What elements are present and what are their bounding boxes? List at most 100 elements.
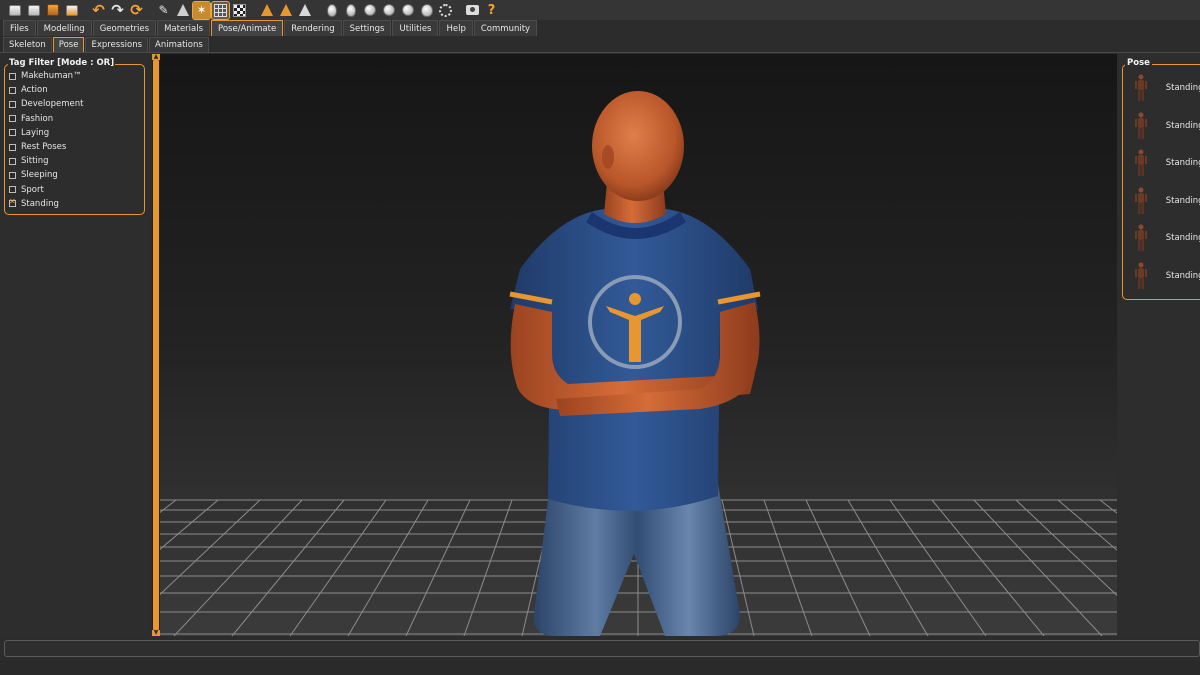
grid-line xyxy=(889,499,987,636)
side-view-icon[interactable] xyxy=(296,2,313,19)
tag-label: Standing xyxy=(21,198,59,209)
smooth-icon[interactable]: ✎ xyxy=(155,2,172,19)
pose-label: Standing0 xyxy=(1165,158,1200,168)
tag-checkbox[interactable] xyxy=(9,86,16,94)
status-bar xyxy=(4,640,1200,657)
undo-icon[interactable]: ↶ xyxy=(90,2,107,19)
tag-filter-item[interactable]: Sitting xyxy=(9,155,49,167)
tag-filter-item[interactable]: Developement xyxy=(9,98,83,110)
tab-settings[interactable]: Settings xyxy=(342,20,392,36)
tag-checkbox[interactable] xyxy=(9,186,16,194)
grid-line xyxy=(231,499,345,636)
pose-label: Standing0 xyxy=(1165,83,1200,93)
front-view-icon[interactable] xyxy=(258,2,275,19)
tag-checkbox[interactable] xyxy=(9,100,16,108)
subtab-skeleton[interactable]: Skeleton xyxy=(3,37,52,52)
tag-label: Sitting xyxy=(21,156,49,167)
tag-label: Developement xyxy=(21,99,84,110)
3d-viewport[interactable] xyxy=(160,54,1117,636)
tag-filter-item[interactable]: Standing xyxy=(9,197,59,210)
tag-filter-group: Tag Filter [Mode : OR] Makehuman™ Action D… xyxy=(4,58,145,215)
tag-checkbox[interactable] xyxy=(9,72,16,80)
tag-label: Sport xyxy=(21,184,44,195)
screenshot-icon[interactable] xyxy=(464,2,481,19)
tag-filter-item[interactable]: Rest Poses xyxy=(9,141,66,153)
tag-filter-item[interactable]: Sport xyxy=(9,184,44,196)
grid-line xyxy=(289,499,387,636)
tag-checkbox[interactable] xyxy=(9,143,16,151)
bottom-strip xyxy=(0,660,1200,675)
tab-pose-animate[interactable]: Pose/Animate xyxy=(211,20,284,36)
back-view-icon[interactable] xyxy=(277,2,294,19)
subtab-animations[interactable]: Animations xyxy=(149,37,209,52)
tab-modelling[interactable]: Modelling xyxy=(36,20,92,36)
subtab-expressions[interactable]: Expressions xyxy=(85,37,149,52)
right-panel: Pose Standing0 Standing0 Standing0 Standing… xyxy=(1118,53,1200,638)
tab-community[interactable]: Community xyxy=(473,20,538,36)
tag-checkbox[interactable] xyxy=(9,115,16,123)
pose-thumbnail xyxy=(1129,148,1154,178)
tag-filter-item[interactable]: Makehuman™ xyxy=(9,70,82,82)
pose-label: Standing0 xyxy=(1165,195,1200,206)
new-icon[interactable] xyxy=(6,2,23,19)
tag-filter-item[interactable]: Sleeping xyxy=(9,169,58,181)
tag-checkbox[interactable] xyxy=(9,157,16,165)
pose-thumbnail xyxy=(1129,73,1154,103)
wireframe-icon[interactable] xyxy=(174,2,191,19)
redo-icon[interactable]: ↷ xyxy=(109,2,126,19)
head-bottom-icon[interactable] xyxy=(418,2,435,19)
tag-filter-item[interactable]: Action xyxy=(9,84,48,96)
tag-checkbox[interactable] xyxy=(9,129,16,137)
pose-thumbnail xyxy=(1129,261,1154,291)
grid-icon[interactable] xyxy=(211,0,230,20)
tag-filter-item[interactable]: Fashion xyxy=(9,113,53,125)
tag-filter-item[interactable]: Laying xyxy=(9,127,49,139)
grid-line xyxy=(763,499,813,636)
grid-line xyxy=(160,499,219,550)
grid-line xyxy=(160,499,261,596)
pose-thumbnail xyxy=(1129,223,1154,253)
tab-files[interactable]: Files xyxy=(3,20,36,36)
pose-label: Standing0 xyxy=(1165,120,1200,131)
head-left-icon[interactable] xyxy=(361,2,378,19)
pose-list-item[interactable]: Standing0 xyxy=(1129,73,1200,103)
head-right-icon[interactable] xyxy=(380,2,397,19)
help-icon[interactable]: ? xyxy=(483,2,500,19)
head-back-icon[interactable] xyxy=(342,2,359,19)
tag-checkbox[interactable] xyxy=(9,197,16,208)
left-scrollbar-thumb[interactable] xyxy=(153,60,159,630)
sub-tabs: Skeleton Pose Expressions Animations xyxy=(3,37,210,52)
pose-list-item[interactable]: Standing0 xyxy=(1129,111,1200,141)
export-icon[interactable] xyxy=(44,2,61,19)
tag-label: Action xyxy=(21,85,48,96)
save-icon[interactable] xyxy=(25,2,42,19)
pose-mode-icon[interactable]: ✶ xyxy=(192,0,211,20)
grid-line xyxy=(160,499,177,513)
pose-thumbnail xyxy=(1129,111,1154,141)
reset-icon[interactable]: ⟳ xyxy=(128,2,145,19)
pose-list-item[interactable]: Standing0 xyxy=(1129,148,1200,178)
pose-group-title: Pose xyxy=(1125,58,1152,68)
tab-materials[interactable]: Materials xyxy=(157,20,211,36)
tag-checkbox[interactable] xyxy=(9,171,16,179)
grid-line xyxy=(463,499,513,636)
tag-label: Sleeping xyxy=(21,170,58,181)
toolbar: ↶ ↷ ⟳ ✎ ✶ ? xyxy=(0,0,1200,20)
pose-list-item[interactable]: Standing0 xyxy=(1129,223,1200,253)
head-front-icon[interactable] xyxy=(323,2,340,19)
left-scrollbar[interactable]: ▲ ▼ xyxy=(152,54,160,636)
grid-line xyxy=(1099,499,1117,514)
tab-help[interactable]: Help xyxy=(439,20,473,36)
subtab-pose[interactable]: Pose xyxy=(52,37,85,52)
pose-list-item[interactable]: Standing0 xyxy=(1129,261,1200,291)
reset-camera-icon[interactable] xyxy=(437,2,454,19)
background-icon[interactable] xyxy=(231,2,248,19)
head-top-icon[interactable] xyxy=(399,2,416,19)
pose-list-item[interactable]: Standing0 xyxy=(1129,186,1200,216)
tab-rendering[interactable]: Rendering xyxy=(284,20,342,36)
tab-utilities[interactable]: Utilities xyxy=(392,20,439,36)
scroll-down-arrow[interactable]: ▼ xyxy=(152,630,160,636)
tab-divider xyxy=(0,52,1200,53)
load-icon[interactable] xyxy=(63,2,80,19)
tab-geometries[interactable]: Geometries xyxy=(92,20,157,36)
